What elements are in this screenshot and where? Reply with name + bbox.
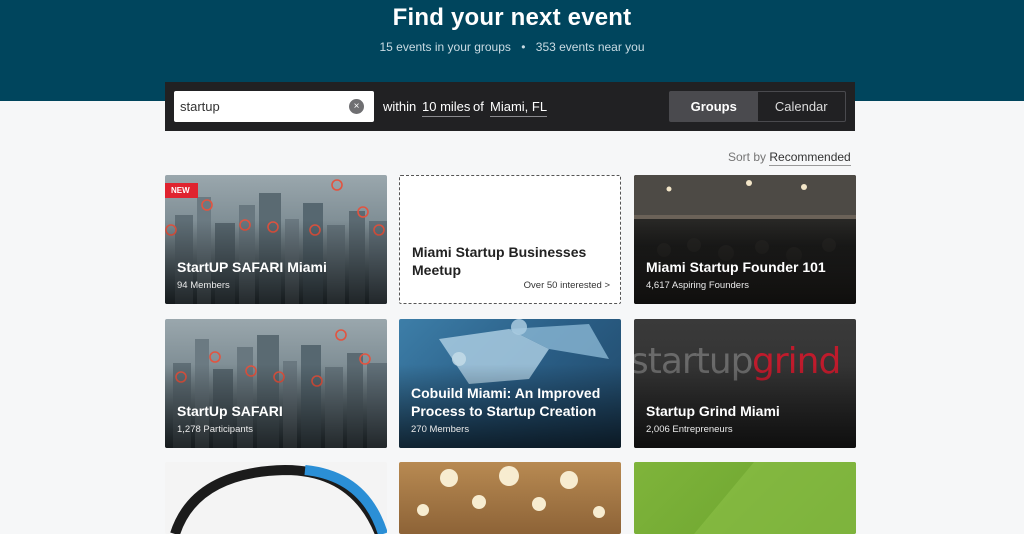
card-member-count: 2,006 Entrepreneurs xyxy=(646,424,733,435)
calendar-view-button[interactable]: Calendar xyxy=(758,92,846,121)
sort-control: Sort by Recommended xyxy=(728,150,851,166)
card-title: Miami Startup Businesses Meetup xyxy=(412,244,587,278)
clear-search-icon[interactable]: × xyxy=(349,99,364,114)
distance-dropdown[interactable]: 10 miles xyxy=(422,99,471,117)
search-input[interactable] xyxy=(180,91,340,122)
of-label: of xyxy=(473,99,484,114)
group-card-cobuild-miami[interactable]: Cobuild Miami: An Improved Process to St… xyxy=(399,319,621,448)
hero-stats: 15 events in your groups • 353 events ne… xyxy=(0,40,1024,54)
card-member-count: 1,278 Participants xyxy=(177,424,254,435)
card-title: StartUP SAFARI Miami xyxy=(177,259,327,275)
view-toggle: Groups Calendar xyxy=(669,91,846,122)
card-member-count: 270 Members xyxy=(411,424,470,435)
group-card-miami-startup-businesses[interactable]: Miami Startup Businesses Meetup Over 50 … xyxy=(399,175,621,304)
card-interest-link[interactable]: Over 50 interested > xyxy=(524,280,610,291)
sort-label: Sort by xyxy=(728,150,767,164)
groups-events-link[interactable]: 15 events in your groups xyxy=(379,40,510,54)
green-graphic xyxy=(694,462,856,534)
group-card-row3-2[interactable] xyxy=(399,462,621,534)
stats-separator: • xyxy=(521,40,526,54)
card-member-count: 94 Members xyxy=(177,280,230,291)
card-title: Miami Startup Founder 101 xyxy=(646,259,826,275)
filter-bar: × within 10 miles of Miami, FL Groups Ca… xyxy=(165,82,855,131)
group-card-startup-grind-miami[interactable]: startup grind Startup Grind Miami 2,006 … xyxy=(634,319,856,448)
group-card-row3-3[interactable] xyxy=(634,462,856,534)
card-title: Cobuild Miami: An Improved Process to St… xyxy=(411,385,601,419)
ballroom-graphic xyxy=(417,466,605,518)
group-card-miami-startup-founder-101[interactable]: Miami Startup Founder 101 4,617 Aspiring… xyxy=(634,175,856,304)
page-title: Find your next event xyxy=(392,4,632,31)
sort-dropdown[interactable]: Recommended xyxy=(769,150,851,166)
card-title: Startup Grind Miami xyxy=(646,403,780,419)
search-box: × xyxy=(174,91,374,122)
card-title: StartUp SAFARI xyxy=(177,403,283,419)
group-card-row3-1[interactable] xyxy=(165,462,387,534)
card-member-count: 4,617 Aspiring Founders xyxy=(646,280,749,291)
circle-graphic xyxy=(170,464,387,534)
within-label: within xyxy=(383,99,417,114)
location-dropdown[interactable]: Miami, FL xyxy=(490,99,548,117)
group-card-startup-safari-miami[interactable]: NEW StartUP SAFARI Miami 94 Members xyxy=(165,175,387,304)
nearby-events-link[interactable]: 353 events near you xyxy=(536,40,645,54)
group-card-startup-safari[interactable]: StartUp SAFARI 1,278 Participants xyxy=(165,319,387,448)
groups-view-button[interactable]: Groups xyxy=(670,92,758,121)
new-badge: NEW xyxy=(165,183,198,198)
